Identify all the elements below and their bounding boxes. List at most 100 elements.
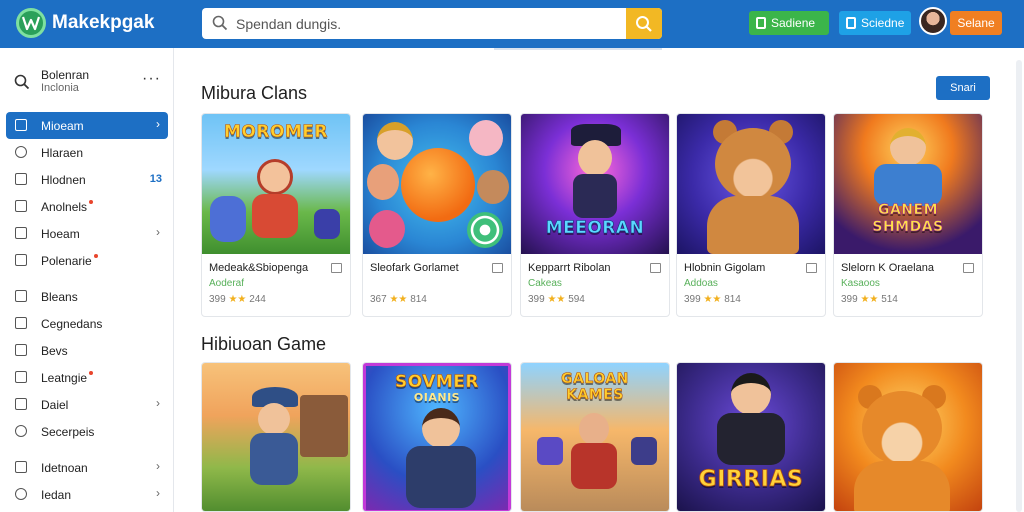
sidebar-item-iedan[interactable]: Iedan ›: [6, 481, 168, 508]
logo-icon[interactable]: [16, 8, 46, 38]
sidebar-item-anolnels[interactable]: Anolnels: [6, 193, 168, 220]
game-name: Kepparrt Ribolan: [528, 262, 611, 274]
game-card[interactable]: SOVMER OIANIS: [362, 362, 512, 512]
game-thumbnail[interactable]: SOVMER OIANIS: [363, 363, 511, 511]
sidebar-item-mioeam[interactable]: Mioeam ›: [6, 112, 168, 139]
game-card[interactable]: GANEM SHMDAS Slelorn K Oraelana Kasaoos 3…: [833, 113, 983, 317]
chevron-right-icon: ›: [156, 117, 160, 131]
orange-header-button[interactable]: Selane: [950, 11, 1002, 35]
sidebar-item-idetnoan[interactable]: Idetnoan ›: [6, 454, 168, 481]
game-stats: 399 ★★ 814: [684, 294, 741, 305]
stars-icon: ★★: [547, 294, 566, 305]
green-header-button[interactable]: Sadiene: [749, 11, 829, 35]
bookmark-icon[interactable]: [963, 263, 974, 273]
bookmark-icon[interactable]: [331, 263, 342, 273]
character-face: [367, 164, 399, 200]
sidebar-item-leatngie[interactable]: Leatngie: [6, 364, 168, 391]
stars-icon: ★★: [703, 294, 722, 305]
game-banner-title: MEEORAN: [545, 218, 645, 239]
sidebar-item-label: Hlodnen: [41, 173, 86, 187]
orange-header-button-label: Selane: [957, 16, 995, 30]
search-icon[interactable]: [14, 74, 30, 90]
game-name: Hlobnin Gigolam: [684, 262, 766, 274]
game-card[interactable]: Hlobnin Gigolam Addoas 399 ★★ 814: [676, 113, 826, 317]
sidebar-item-hlaraen[interactable]: Hlaraen: [6, 139, 168, 166]
character-face: [477, 170, 509, 204]
see-all-button[interactable]: Snari: [936, 76, 990, 100]
hero-character: [258, 403, 290, 435]
game-thumbnail[interactable]: [202, 363, 350, 511]
green-header-button-label: Sadiene: [771, 16, 816, 30]
game-banner-title: GALOAN KAMES: [561, 371, 629, 404]
sidebar-item-daiel[interactable]: Daiel ›: [6, 391, 168, 418]
sidebar-item-label: Bleans: [41, 290, 78, 304]
hero-body: [250, 433, 298, 485]
notification-dot: [89, 200, 94, 204]
chevron-right-icon: ›: [156, 459, 160, 473]
character-face: [377, 122, 413, 160]
game-card[interactable]: [833, 362, 983, 512]
game-banner-title: SOVMER: [394, 372, 479, 393]
user-avatar[interactable]: [919, 7, 947, 35]
game-card[interactable]: GALOAN KAMES: [520, 362, 670, 512]
sidebar-item-polenarie[interactable]: Polenarie: [6, 247, 168, 274]
creature: [210, 196, 246, 242]
game-stats: 367 ★★ 814: [370, 294, 427, 305]
more-icon[interactable]: ···: [142, 70, 161, 88]
blue-header-button[interactable]: Sciedne: [839, 11, 911, 35]
game-card[interactable]: MOROMER Medeak&Sbiopenga Aoderaf 399 ★★ …: [201, 113, 351, 317]
notification-dot: [93, 254, 98, 258]
game-card[interactable]: GIRRIAS: [676, 362, 826, 512]
bear-character: [715, 128, 791, 200]
pen-icon: [15, 254, 27, 266]
game-thumbnail[interactable]: GANEM SHMDAS: [834, 114, 982, 254]
sidebar-item-hlodnen[interactable]: Hlodnen 13: [6, 166, 168, 193]
game-card[interactable]: MEEORAN Kepparrt Ribolan Cakeas 399 ★★ 5…: [520, 113, 670, 317]
hero-body: [571, 443, 617, 489]
game-thumbnail[interactable]: [834, 363, 982, 511]
document-icon: [15, 200, 27, 212]
game-card[interactable]: [201, 362, 351, 512]
game-thumbnail[interactable]: GIRRIAS: [677, 363, 825, 511]
bookmark-icon[interactable]: [492, 263, 503, 273]
game-thumbnail[interactable]: MEEORAN: [521, 114, 669, 254]
sidebar-item-cegnedans[interactable]: Cegnedans: [6, 310, 168, 337]
rating-count: 594: [568, 294, 585, 305]
game-banner-title: GANEM SHMDAS: [872, 202, 944, 236]
bear-body: [707, 196, 799, 254]
sidebar-item-secerpeis[interactable]: Secerpeis: [6, 418, 168, 445]
ring-icon: [15, 425, 27, 437]
sidebar-item-hoeam[interactable]: Hoeam ›: [6, 220, 168, 247]
hero-character: [422, 408, 460, 448]
stars-icon: ★★: [860, 294, 879, 305]
game-name: Slelorn K Oraelana: [841, 262, 934, 274]
profile-block[interactable]: Bolenran Inclonia ···: [0, 64, 174, 104]
search-input[interactable]: [236, 8, 626, 39]
blue-header-button-label: Sciedne: [861, 16, 905, 30]
brand-name[interactable]: Makekpgak: [52, 12, 154, 34]
chevron-right-icon: ›: [156, 225, 160, 239]
scrollbar[interactable]: [1016, 60, 1022, 512]
game-thumbnail[interactable]: [677, 114, 825, 254]
game-thumbnail[interactable]: MOROMER: [202, 114, 350, 254]
user-icon: [15, 461, 27, 473]
flag-icon: [15, 173, 27, 185]
arrows-icon: [15, 371, 27, 383]
hero-character: [257, 159, 293, 195]
hero-character: [890, 128, 926, 166]
hero-body: [573, 174, 617, 218]
game-developer: Kasaoos: [841, 278, 880, 289]
hero-character: [731, 373, 771, 415]
game-card[interactable]: Sleofark Gorlamet 367 ★★ 814: [362, 113, 512, 317]
bookmark-icon[interactable]: [650, 263, 661, 273]
game-thumbnail[interactable]: [363, 114, 511, 254]
bookmark-icon[interactable]: [806, 263, 817, 273]
game-thumbnail[interactable]: GALOAN KAMES: [521, 363, 669, 511]
window-icon: [15, 317, 27, 329]
game-developer: Aoderaf: [209, 278, 245, 289]
sidebar-item-label: Iedan: [41, 488, 72, 502]
sidebar-item-bleans[interactable]: Bleans: [6, 283, 168, 310]
sidebar-item-bevs[interactable]: Bevs: [6, 337, 168, 364]
person-icon: [15, 488, 27, 500]
search-button[interactable]: [626, 8, 662, 39]
